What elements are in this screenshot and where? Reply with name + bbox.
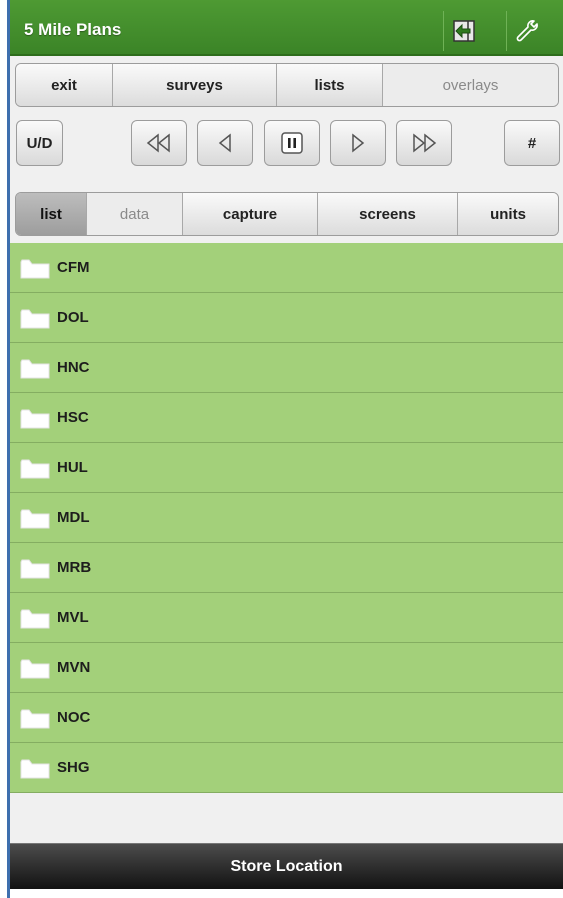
bottom-strip [10,889,563,898]
tab-screens[interactable]: screens [318,193,458,235]
folder-label: MRB [57,559,92,576]
list-item[interactable]: MDL [10,493,563,543]
app: 5 Mile Plans exit surveys lists overlays… [10,0,563,898]
wrench-icon [516,20,538,42]
tab-units[interactable]: units [458,193,558,235]
header-bar: 5 Mile Plans [10,0,563,56]
folder-icon [20,459,50,479]
folder-icon [20,259,50,279]
overlays-button[interactable]: overlays [383,64,558,106]
rewind-icon [146,133,170,153]
folder-label: MVL [57,609,89,626]
play-button[interactable] [330,120,386,166]
folder-icon [20,659,50,679]
folder-icon [20,409,50,429]
hash-button[interactable]: # [504,120,560,166]
step-back-icon [218,133,231,153]
folder-label: HSC [57,409,89,426]
pause-button[interactable] [264,120,320,166]
import-button[interactable] [443,11,483,51]
folder-icon [20,359,50,379]
list-item[interactable]: HNC [10,343,563,393]
folder-icon [20,759,50,779]
list-item[interactable]: MVN [10,643,563,693]
tab-data[interactable]: data [87,193,183,235]
import-arrow-icon [452,20,475,42]
fast-forward-button[interactable] [396,120,452,166]
list-item[interactable]: HSC [10,393,563,443]
folder-label: HNC [57,359,90,376]
folder-label: NOC [57,709,91,726]
folder-icon [20,609,50,629]
folder-label: MDL [57,509,90,526]
folder-label: SHG [57,759,90,776]
folder-icon [20,309,50,329]
surveys-button[interactable]: surveys [113,64,277,106]
settings-button[interactable] [506,11,546,51]
lists-button[interactable]: lists [277,64,383,106]
folder-label: MVN [57,659,91,676]
tab-capture[interactable]: capture [183,193,318,235]
folder-icon [20,509,50,529]
play-icon [352,133,365,153]
page-title: 5 Mile Plans [24,20,122,39]
folder-label: HUL [57,459,88,476]
list-item[interactable]: MVL [10,593,563,643]
exit-button[interactable]: exit [16,64,113,106]
tab-list[interactable]: list [16,193,87,235]
step-back-button[interactable] [197,120,253,166]
nav-segmented: exit surveys lists overlays [15,63,559,107]
pause-icon [281,132,303,154]
list-item[interactable]: NOC [10,693,563,743]
rewind-button[interactable] [131,120,187,166]
folder-icon [20,709,50,729]
folder-icon [20,559,50,579]
list-item[interactable]: SHG [10,743,563,793]
list-item[interactable]: DOL [10,293,563,343]
store-location-button[interactable]: Store Location [10,843,563,890]
list-item[interactable]: MRB [10,543,563,593]
left-edge [0,0,10,898]
folder-label: DOL [57,309,89,326]
fast-forward-icon [413,133,437,153]
folder-label: CFM [57,259,90,276]
ud-button[interactable]: U/D [16,120,63,166]
list-item[interactable]: HUL [10,443,563,493]
list-item[interactable]: CFM [10,243,563,293]
view-tabs: list data capture screens units [15,192,559,236]
folder-list: CFM DOL HNC HSC HUL MDL MRB MVL MVN NOC … [10,243,563,793]
